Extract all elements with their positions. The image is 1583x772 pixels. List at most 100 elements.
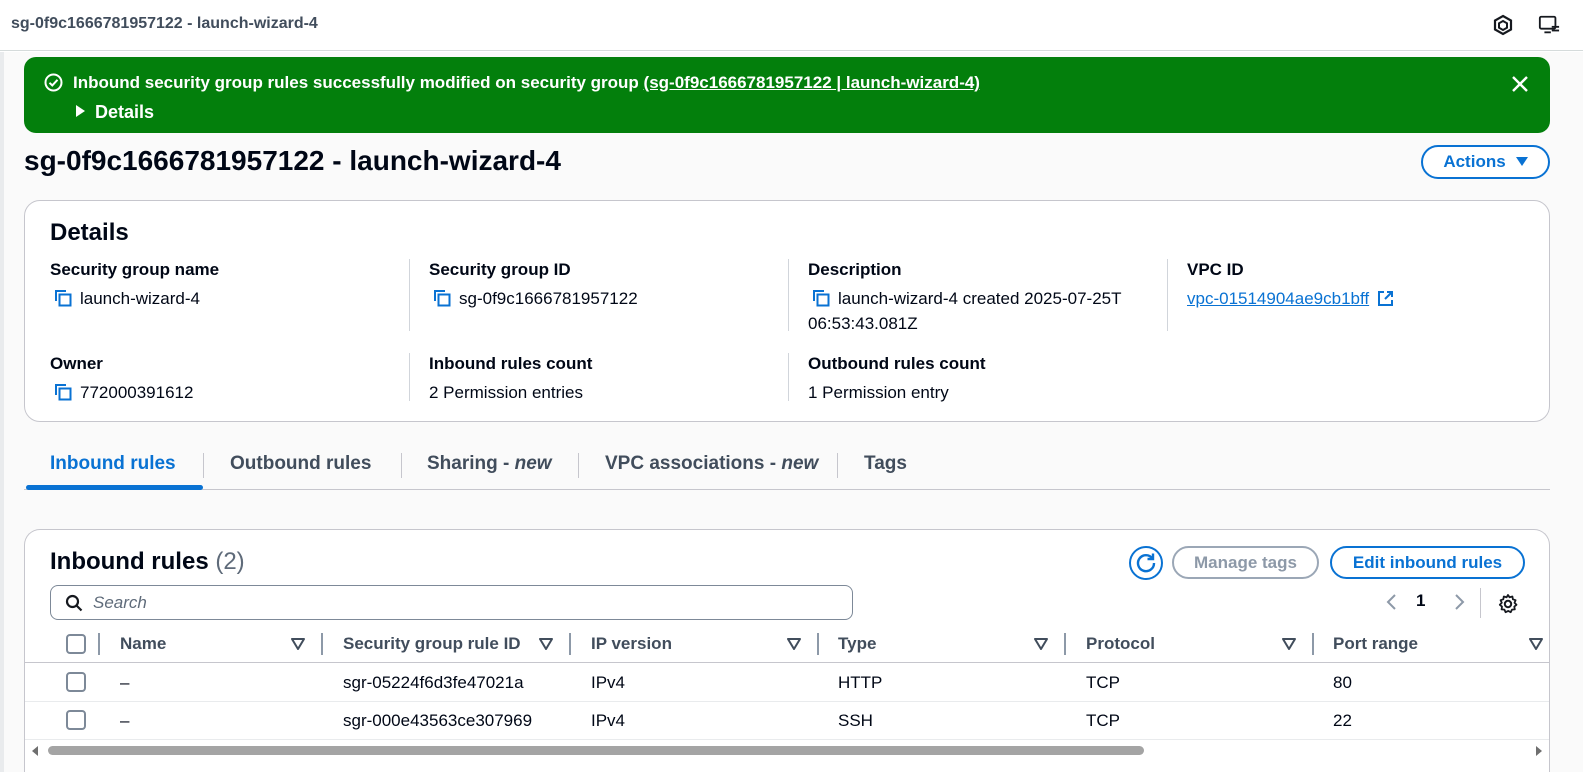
- column-divider: [788, 259, 789, 331]
- horizontal-scrollbar[interactable]: [24, 742, 1550, 758]
- copy-icon[interactable]: [53, 382, 73, 402]
- inbound-rules-title: Inbound rules: [50, 548, 209, 575]
- column-divider: [817, 633, 819, 655]
- copy-icon[interactable]: [53, 288, 73, 308]
- tab-sharing[interactable]: Sharing - new: [427, 453, 552, 475]
- tab-bar: Inbound rules Outbound rules Sharing - n…: [24, 440, 1550, 490]
- page-number[interactable]: 1: [1416, 591, 1425, 611]
- cell-name: –: [120, 673, 130, 692]
- inbound-rules-count: (2): [215, 548, 245, 575]
- close-icon[interactable]: [1510, 74, 1530, 94]
- table-row[interactable]: – sgr-000e43563ce307969 IPv4 SSH TCP 22: [25, 702, 1549, 740]
- flash-details-toggle[interactable]: Details: [76, 102, 154, 123]
- column-header-protocol[interactable]: Protocol: [1086, 634, 1155, 654]
- main-content: Inbound security group rules successfull…: [0, 52, 1583, 772]
- tab-inbound-rules[interactable]: Inbound rules: [50, 453, 176, 475]
- caret-down-icon: [1515, 157, 1528, 166]
- search-input[interactable]: [93, 589, 833, 616]
- cell-protocol: TCP: [1086, 673, 1120, 692]
- row-checkbox[interactable]: [66, 710, 86, 730]
- active-tab-indicator: [26, 485, 203, 490]
- cube-icon[interactable]: [1492, 14, 1514, 36]
- caret-right-icon: [76, 105, 85, 117]
- tab-divider: [578, 453, 579, 478]
- flash-details-label: Details: [95, 102, 155, 122]
- panel-border-left: [24, 742, 25, 772]
- column-divider: [409, 259, 410, 331]
- field-label: Outbound rules count: [808, 354, 986, 373]
- vpc-id-field: VPC ID vpc-01514904ae9cb1bff: [1187, 260, 1394, 311]
- column-divider: [98, 633, 100, 655]
- cell-port-range: 22: [1333, 711, 1352, 730]
- field-label: Inbound rules count: [429, 354, 593, 373]
- sort-icon[interactable]: [291, 638, 305, 650]
- field-value: 2 Permission entries: [429, 383, 584, 402]
- cell-rule-id: sgr-05224f6d3fe47021a: [343, 673, 524, 692]
- cell-type: HTTP: [838, 673, 883, 692]
- edit-inbound-rules-button[interactable]: Edit inbound rules: [1330, 546, 1525, 579]
- sort-icon[interactable]: [787, 638, 801, 650]
- cell-protocol: TCP: [1086, 711, 1120, 730]
- column-header-ip-version[interactable]: IP version: [591, 634, 672, 654]
- window-title: sg-0f9c1666781957122 - launch-wizard-4: [11, 15, 318, 32]
- sort-icon[interactable]: [1034, 638, 1048, 650]
- tab-tags[interactable]: Tags: [864, 453, 907, 475]
- column-header-port-range[interactable]: Port range: [1333, 634, 1418, 654]
- flash-message-text: Inbound security group rules successfull…: [73, 73, 644, 92]
- tab-label: Sharing -: [427, 453, 515, 474]
- column-header-type[interactable]: Type: [838, 634, 876, 654]
- vpc-id-link[interactable]: vpc-01514904ae9cb1bff: [1187, 289, 1369, 308]
- scrollbar-thumb[interactable]: [48, 746, 1144, 755]
- scroll-right-arrow-icon[interactable]: [1536, 746, 1542, 756]
- tab-outbound-rules[interactable]: Outbound rules: [230, 453, 371, 475]
- success-flashbar: Inbound security group rules successfull…: [24, 57, 1550, 133]
- tab-new-badge: new: [781, 453, 819, 474]
- tab-label: Outbound rules: [230, 453, 372, 474]
- sort-icon[interactable]: [1282, 638, 1296, 650]
- gear-icon[interactable]: [1497, 593, 1519, 615]
- search-icon: [65, 594, 83, 612]
- inbound-rules-heading: Inbound rules (2): [50, 548, 245, 576]
- inbound-rules-count-field: Inbound rules count 2 Permission entries: [429, 354, 592, 405]
- window-titlebar: sg-0f9c1666781957122 - launch-wizard-4: [0, 0, 1583, 51]
- tab-label: VPC associations -: [605, 453, 782, 474]
- remote-desktop-icon[interactable]: [1538, 14, 1560, 36]
- field-value: launch-wizard-4: [80, 289, 200, 308]
- sort-icon[interactable]: [1529, 638, 1543, 650]
- page-title: sg-0f9c1666781957122 - launch-wizard-4: [24, 145, 561, 176]
- table-row[interactable]: – sgr-05224f6d3fe47021a IPv4 HTTP TCP 80: [25, 664, 1549, 702]
- column-header-name[interactable]: Name: [120, 634, 166, 654]
- field-value: sg-0f9c1666781957122: [459, 289, 638, 308]
- sort-icon[interactable]: [539, 638, 553, 650]
- tab-label: Tags: [864, 453, 907, 474]
- cell-ip-version: IPv4: [591, 711, 626, 730]
- actions-button[interactable]: Actions: [1421, 145, 1550, 179]
- inbound-rules-panel: Inbound rules (2) Manage tags Edit inbou…: [24, 529, 1550, 772]
- security-group-id-field: Security group ID sg-0f9c1666781957122: [429, 260, 638, 311]
- scroll-left-arrow-icon[interactable]: [32, 746, 38, 756]
- column-divider: [1167, 259, 1168, 331]
- field-label: Owner: [50, 354, 103, 373]
- security-group-name-field: Security group name launch-wizard-4: [50, 260, 219, 311]
- column-header-rule-id[interactable]: Security group rule ID: [343, 634, 521, 654]
- row-checkbox[interactable]: [66, 672, 86, 692]
- column-divider: [321, 633, 323, 655]
- select-all-checkbox[interactable]: [66, 634, 86, 654]
- cell-port-range: 80: [1333, 673, 1352, 692]
- outbound-rules-count-field: Outbound rules count 1 Permission entry: [808, 354, 986, 405]
- check-circle-icon: [44, 73, 63, 92]
- field-label: Security group name: [50, 260, 220, 279]
- copy-icon[interactable]: [811, 288, 831, 308]
- column-divider: [569, 633, 571, 655]
- manage-tags-button[interactable]: Manage tags: [1172, 546, 1319, 579]
- details-panel: Details Security group name launch-wizar…: [24, 200, 1550, 422]
- external-link-icon[interactable]: [1377, 290, 1394, 307]
- left-edge-border: [0, 52, 4, 772]
- tab-vpc-associations[interactable]: VPC associations - new: [605, 453, 818, 475]
- flash-security-group-link[interactable]: (sg-0f9c1666781957122 | launch-wizard-4): [644, 73, 980, 92]
- chevron-right-icon[interactable]: [1450, 593, 1468, 611]
- copy-icon[interactable]: [432, 288, 452, 308]
- chevron-left-icon[interactable]: [1383, 593, 1401, 611]
- refresh-button[interactable]: [1129, 546, 1163, 580]
- tab-new-badge: new: [514, 453, 552, 474]
